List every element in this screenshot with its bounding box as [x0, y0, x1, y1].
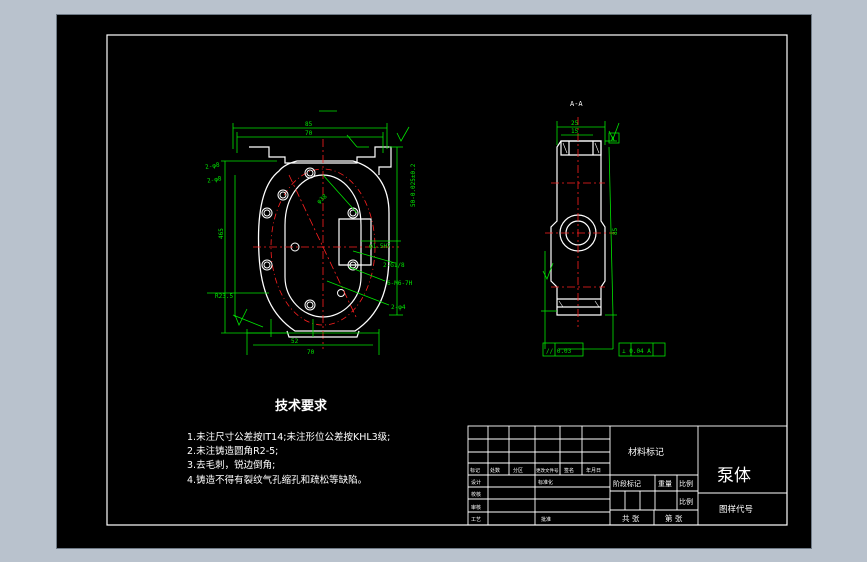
scale-label-2: 比例 — [679, 497, 693, 506]
section-label: A-A — [570, 100, 583, 108]
dim-section-width-top: 25 — [571, 120, 579, 127]
dim-front-width-inner-bottom: 52 — [291, 338, 299, 345]
weight-label: 重量 — [658, 480, 672, 488]
section-bottom-band — [557, 298, 601, 308]
approve-label: 批准 — [541, 516, 551, 523]
dim-front-left-r: R23.5 — [215, 293, 233, 300]
drawing-code-label: 图样代号 — [719, 504, 753, 515]
front-right-boss — [338, 218, 372, 266]
dim-front-width-bottom: 70 — [307, 349, 315, 356]
tech-req-item-2: 2.未注铸造圆角R2-5; — [187, 445, 278, 457]
rev-header-1: 标记 — [470, 467, 480, 474]
tolerance-frame-left: // 0.03 — [542, 342, 584, 357]
part-name: 泵体 — [717, 466, 751, 486]
front-dim-texts: 85 70 70 52 465 2-φ8 2-φ8 50-0.025±0.2 φ… — [205, 121, 417, 356]
rev-header-6: 年月日 — [586, 467, 601, 474]
dim-front-height-left: 465 — [218, 228, 225, 239]
rev-header-2: 处数 — [490, 467, 500, 474]
tech-req-title: 技术要求 — [275, 398, 328, 414]
title-block-texts: 材料标记 泵体 图样代号 阶段标记 重量 比例 比例 共 张 第 张 标记 处数… — [470, 446, 753, 523]
drawing-sheet: 85 70 70 52 465 2-φ8 2-φ8 50-0.025±0.2 φ… — [57, 15, 811, 548]
tol-frame-right-text: ⊥ 0.04 A — [622, 348, 651, 355]
section-top-slot — [568, 141, 594, 155]
tech-requirements: 技术要求 1.未注尺寸公差按IT14;未注形位公差按KHL3级; 2.未注铸造圆… — [187, 398, 390, 486]
cad-viewer: 85 70 70 52 465 2-φ8 2-φ8 50-0.025±0.2 φ… — [0, 0, 867, 562]
dim-front-width-top: 85 — [305, 121, 313, 128]
tol-frame-left-text: // 0.03 — [546, 348, 572, 355]
dim-section-width-inner: 15 — [571, 128, 579, 135]
tech-req-item-4: 4.铸造不得有裂纹气孔缩孔和疏松等缺陷。 — [187, 474, 367, 486]
dim-front-left-top-2: 2-φ8 — [207, 175, 223, 184]
row-process: 工艺 — [471, 517, 481, 523]
rev-header-4: 更改文件号 — [536, 467, 559, 474]
row-check: 校核 — [471, 491, 481, 498]
dim-front-width-inner: 70 — [305, 130, 313, 137]
dim-front-center: φ38 — [316, 193, 329, 206]
drawing-canvas: 85 70 70 52 465 2-φ8 2-φ8 50-0.025±0.2 φ… — [106, 34, 788, 526]
tech-req-item-3: 3.去毛刺，锐边倒角; — [187, 459, 275, 471]
tech-req-item-1: 1.未注尺寸公差按IT14;未注形位公差按KHL3级; — [187, 431, 390, 443]
row-design: 设计 — [471, 479, 481, 486]
dim-front-label-4: 2-φ4 — [391, 304, 406, 311]
front-bolt-holes — [261, 167, 359, 311]
sheet-no: 第 张 — [665, 513, 683, 523]
stage-mark-label: 阶段标记 — [613, 479, 641, 488]
section-hatch — [558, 142, 600, 308]
material-label: 材料标记 — [628, 446, 664, 458]
sheets-total: 共 张 — [622, 514, 640, 523]
scale-label: 比例 — [679, 479, 693, 488]
datum-ref-text: A — [611, 136, 615, 143]
dim-front-label-3: 6-M6-7H — [387, 280, 413, 287]
standardize-label: 标准化 — [538, 479, 553, 486]
dim-front-label-2: 2-G1/8 — [383, 262, 405, 269]
rev-header-5: 签名 — [564, 467, 574, 474]
dim-front-label-1: φ1.5H7 — [369, 243, 391, 250]
tolerance-frame-right: ⊥ 0.04 A — [618, 342, 666, 357]
row-review: 审核 — [471, 504, 481, 511]
rev-header-3: 分区 — [513, 467, 523, 474]
dim-section-height-right: 85 — [612, 227, 619, 235]
dim-front-left-top-1: 2-φ8 — [205, 162, 221, 171]
dim-front-right-vertical: 50-0.025±0.2 — [410, 163, 417, 207]
